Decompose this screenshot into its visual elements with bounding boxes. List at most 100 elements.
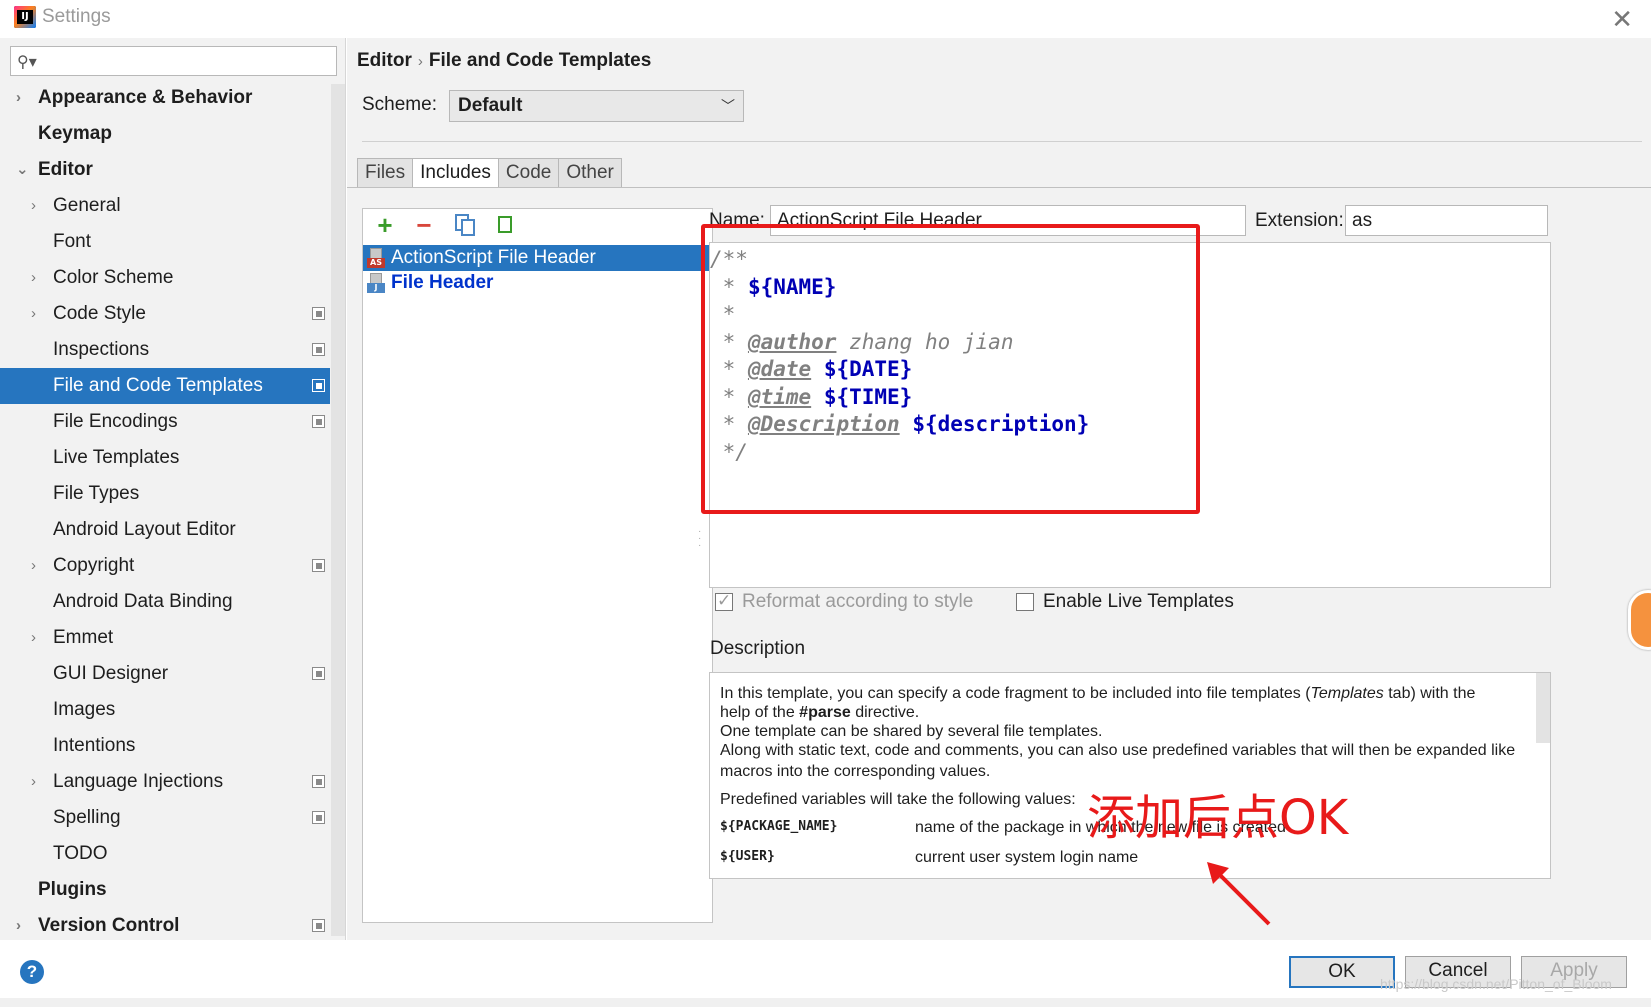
extension-label: Extension: bbox=[1255, 210, 1344, 231]
divider bbox=[362, 141, 1642, 142]
chevron-right-icon[interactable]: › bbox=[31, 764, 36, 800]
annotation-arrow-icon bbox=[1207, 862, 1271, 926]
reset-icon[interactable] bbox=[491, 211, 519, 239]
description-scrollbar[interactable] bbox=[1536, 673, 1550, 743]
title-bar: Settings ✕ bbox=[0, 0, 1651, 36]
project-scope-icon bbox=[312, 811, 325, 824]
sidebar-item[interactable]: Inspections bbox=[0, 332, 330, 368]
sidebar-item[interactable]: › Color Scheme bbox=[0, 260, 330, 296]
sidebar-item[interactable]: › Code Style bbox=[0, 296, 330, 332]
sidebar-item[interactable]: TODO bbox=[0, 836, 330, 872]
sidebar-item[interactable]: › Appearance & Behavior bbox=[0, 80, 330, 116]
sidebar-item-label: Editor bbox=[38, 159, 93, 180]
chevron-right-icon[interactable]: › bbox=[16, 80, 21, 116]
sidebar-item-label: File Encodings bbox=[53, 411, 178, 432]
sidebar-item[interactable]: ⌄ Editor bbox=[0, 152, 330, 188]
template-list-panel: + − AS ActionScript File Header J File Head… bbox=[362, 208, 713, 923]
sidebar-item-label: TODO bbox=[53, 843, 108, 864]
project-scope-icon bbox=[312, 415, 325, 428]
close-icon[interactable]: ✕ bbox=[1611, 4, 1633, 35]
breadcrumb-separator: › bbox=[417, 53, 423, 70]
sidebar-item-label: Emmet bbox=[53, 627, 114, 648]
sidebar-item[interactable]: GUI Designer bbox=[0, 656, 330, 692]
copy-icon[interactable] bbox=[451, 211, 479, 239]
add-icon[interactable]: + bbox=[371, 211, 399, 239]
tab-includes[interactable]: Includes bbox=[412, 158, 499, 188]
search-input[interactable]: ⚲▾ bbox=[10, 46, 337, 76]
chevron-right-icon[interactable]: › bbox=[31, 188, 36, 224]
code-comment: * bbox=[710, 275, 748, 299]
live-templates-label: Enable Live Templates bbox=[1043, 591, 1234, 612]
code-variable: ${DATE} bbox=[823, 357, 913, 381]
name-input[interactable]: ActionScript File Header bbox=[770, 205, 1246, 236]
sidebar-item[interactable]: Android Layout Editor bbox=[0, 512, 330, 548]
template-toolbar: + − bbox=[363, 209, 712, 243]
code-comment: * bbox=[710, 357, 748, 381]
sidebar-item[interactable]: File Types bbox=[0, 476, 330, 512]
name-label: Name: bbox=[709, 210, 765, 231]
description-label: Description bbox=[710, 638, 806, 659]
sidebar-item-label: Keymap bbox=[38, 123, 112, 144]
reformat-checkbox[interactable]: Reformat according to style bbox=[715, 591, 973, 613]
description-text: In this template, you can specify a code… bbox=[720, 684, 1520, 703]
sidebar-item[interactable]: › Language Injections bbox=[0, 764, 330, 800]
extension-input[interactable]: as bbox=[1345, 205, 1548, 236]
checkbox-checked-icon bbox=[715, 591, 733, 611]
scheme-dropdown[interactable]: Default ﹀ bbox=[449, 90, 744, 122]
sidebar-item-label: Inspections bbox=[53, 339, 150, 360]
sidebar-item[interactable]: Font bbox=[0, 224, 330, 260]
sidebar-item[interactable]: › Emmet bbox=[0, 620, 330, 656]
code-comment: */ bbox=[710, 440, 748, 464]
sidebar-item[interactable]: Intentions bbox=[0, 728, 330, 764]
sidebar-item[interactable]: Android Data Binding bbox=[0, 584, 330, 620]
sidebar-item[interactable]: File Encodings bbox=[0, 404, 330, 440]
sidebar-item[interactable]: File and Code Templates bbox=[0, 368, 330, 404]
remove-icon[interactable]: − bbox=[410, 211, 438, 239]
sidebar-item[interactable]: › Copyright bbox=[0, 548, 330, 584]
breadcrumb-current: File and Code Templates bbox=[428, 50, 652, 71]
sidebar-item-label: Android Layout Editor bbox=[53, 519, 236, 540]
help-icon[interactable]: ? bbox=[20, 960, 44, 984]
splitter-handle[interactable]: · · · bbox=[698, 527, 704, 551]
variable-name: ${PACKAGE_NAME} bbox=[720, 819, 838, 834]
template-code-editor[interactable]: /** * ${NAME} * * @author zhang ho jian … bbox=[709, 242, 1551, 588]
project-scope-icon bbox=[312, 307, 325, 320]
chevron-right-icon[interactable]: › bbox=[31, 296, 36, 332]
chevron-right-icon[interactable]: › bbox=[31, 620, 36, 656]
description-text: help of the #parse directive. bbox=[720, 703, 1520, 722]
chevron-right-icon[interactable]: › bbox=[16, 908, 21, 944]
template-tabs: Files Includes Code Other bbox=[357, 158, 622, 188]
intellij-logo-icon bbox=[14, 6, 36, 28]
text-span: #parse bbox=[799, 704, 851, 721]
sidebar-item[interactable]: Plugins bbox=[0, 872, 330, 908]
sidebar-item-label: File Types bbox=[53, 483, 140, 504]
sidebar-item[interactable]: Live Templates bbox=[0, 440, 330, 476]
sidebar-item[interactable]: › Version Control bbox=[0, 908, 330, 944]
sidebar-item[interactable]: Images bbox=[0, 692, 330, 728]
tab-other[interactable]: Other bbox=[558, 158, 622, 188]
tab-code[interactable]: Code bbox=[497, 158, 560, 188]
enable-live-templates-checkbox[interactable]: Enable Live Templates bbox=[1016, 591, 1234, 613]
sidebar-item[interactable]: Keymap bbox=[0, 116, 330, 152]
template-list-item[interactable]: J File Header bbox=[363, 270, 712, 296]
chevron-down-icon: ﹀ bbox=[721, 98, 735, 114]
tab-files[interactable]: Files bbox=[357, 158, 414, 188]
reformat-label: Reformat according to style bbox=[742, 591, 974, 612]
sidebar-item[interactable]: › General bbox=[0, 188, 330, 224]
main-panel: Editor › File and Code Templates Scheme: D… bbox=[347, 38, 1651, 940]
chevron-right-icon[interactable]: › bbox=[31, 548, 36, 584]
sidebar-item[interactable]: Spelling bbox=[0, 800, 330, 836]
sidebar-item-label: General bbox=[53, 195, 121, 216]
chevron-right-icon[interactable]: › bbox=[31, 260, 36, 296]
code-comment: * bbox=[710, 385, 748, 409]
template-list-item[interactable]: AS ActionScript File Header bbox=[363, 245, 712, 271]
code-line: */ bbox=[710, 438, 748, 466]
sidebar-item-label: Font bbox=[53, 231, 92, 252]
code-variable: ${description} bbox=[912, 412, 1090, 436]
description-text: Along with static text, code and comment… bbox=[720, 742, 1516, 759]
search-icon: ⚲▾ bbox=[17, 54, 37, 71]
chevron-down-icon[interactable]: ⌄ bbox=[16, 152, 29, 188]
floating-widget-icon[interactable] bbox=[1628, 590, 1651, 650]
sidebar-scrollbar[interactable] bbox=[331, 84, 345, 936]
scheme-value: Default bbox=[458, 95, 523, 116]
